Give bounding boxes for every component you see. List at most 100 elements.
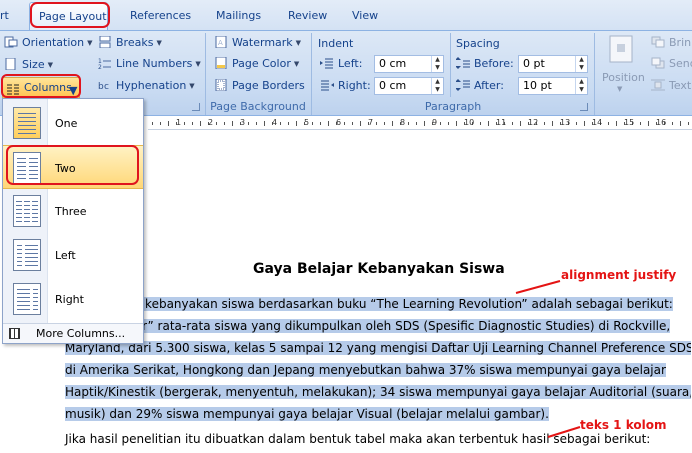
position-button[interactable]: Position ▼ [600,33,645,95]
menu-item-two[interactable]: Two [3,145,143,189]
chevron-down-icon: ▼ [293,60,300,68]
chevron-down-icon: ▼ [189,82,195,90]
ruler-tick [448,122,449,125]
position-label: Position [602,71,645,84]
more-columns-item[interactable]: More Columns... [3,323,143,343]
menu-item-one[interactable]: One [3,101,143,145]
justify-arrow-icon [515,280,561,294]
paragraph-line[interactable]: Maryland, dari 5.300 siswa, kelas 5 samp… [65,337,691,359]
watermark-icon: A [215,36,227,48]
text-wrapping-button[interactable]: Text [651,76,691,96]
spacing-after-input[interactable]: 10 pt ▲ ▼ [518,77,588,95]
ruler-tick [440,122,441,125]
ruler-tick [672,122,673,125]
ruler-tick [640,122,641,125]
position-icon [609,35,633,63]
spacing-before-input[interactable]: 0 pt ▲ ▼ [518,55,588,73]
ruler-tick [688,122,689,125]
page-setup-launcher-icon[interactable] [192,103,200,111]
document-title: Gaya Belajar Kebanyakan Siswa [253,261,505,277]
size-label: Size [22,58,45,71]
orientation-label: Orientation [22,36,85,49]
ruler-tick [488,121,489,126]
tab-mailings[interactable]: Mailings [216,9,261,22]
paragraph-line[interactable]: Gaya belajar kebanyakan siswa berdasarka… [65,293,691,315]
ruler-tick [512,122,513,125]
one-column-icon [13,107,41,139]
indent-right-icon [321,80,334,91]
tab-references[interactable]: References [130,9,191,22]
watermark-button[interactable]: A Watermark ▼ [214,33,301,53]
menu-item-left[interactable]: Left [3,233,143,277]
menu-item-left-label: Left [55,249,76,262]
spinner-arrows-icon[interactable]: ▲ ▼ [431,56,443,72]
spinner-arrows-icon[interactable]: ▲ ▼ [431,78,443,94]
paragraph-line[interactable]: Haptik/Kinestik (bergerak, menyentuh, me… [65,381,691,403]
spinner-arrows-icon[interactable]: ▲ ▼ [575,78,587,94]
page-borders-button[interactable]: Page Borders [214,76,305,96]
ribbon-tab-strip: rt Page Layout References Mailings Revie… [0,0,692,30]
ruler-number: 15 [624,118,635,127]
hyphenation-button[interactable]: b c Hyphenation ▼ [98,76,195,96]
line-numbers-icon: 12 [98,58,111,69]
line-numbers-button[interactable]: 1 2 Line Numbers ▼ [98,54,201,74]
indent-right-input[interactable]: 0 cm ▲ ▼ [374,77,444,95]
menu-item-three[interactable]: Three [3,189,143,233]
page-color-button[interactable]: Page Color ▼ [214,54,299,74]
breaks-button[interactable]: Breaks ▼ [98,33,162,53]
tab-partial[interactable]: rt [0,9,9,22]
justify-annotation: alignment justify [561,268,677,282]
spacing-after-label: After: [456,76,504,96]
send-backward-button[interactable]: Send [651,54,692,74]
horizontal-ruler[interactable]: 1 2 3 4 5 6 7 8 9 10 11 12 13 14 15 16 [148,118,692,130]
chevron-down-icon: ▼ [156,39,162,47]
ruler-tick [168,121,169,126]
one-column-annotation: teks 1 kolom [580,418,667,432]
watermark-label: Watermark [232,36,293,49]
two-columns-icon [13,152,41,184]
ruler-tick [296,121,297,126]
ruler-tick [152,122,153,125]
right-columns-icon [13,283,41,315]
size-button[interactable]: Size ▼ [4,55,53,75]
breaks-label: Breaks [116,36,154,49]
menu-item-three-label: Three [55,205,87,218]
paragraph-line[interactable]: di Amerika Serikat, Hongkong dan Jepang … [65,359,691,381]
svg-text:A: A [218,39,223,47]
ruler-tick [264,121,265,126]
ruler-tick [584,121,585,126]
orientation-button[interactable]: Orientation ▼ [4,33,93,53]
tab-review[interactable]: Review [288,9,327,22]
bring-forward-button[interactable]: Brin [651,33,691,53]
indent-left-input[interactable]: 0 cm ▲ ▼ [374,55,444,73]
breaks-icon [99,36,111,48]
chevron-down-icon: ▼ [617,85,623,93]
hyphenation-label: Hyphenation [116,79,187,92]
paragraph-line[interactable]: musik) dan 29% siswa mempunyai gaya bela… [65,403,550,425]
ruler-number: 2 [208,118,214,127]
bring-forward-icon [651,36,665,48]
ruler-tick [576,122,577,125]
ruler-tick [224,122,225,125]
paragraph-line[interactable]: “Gaya belajar” rata-rata siswa yang diku… [65,315,691,337]
indent-left-icon [320,58,333,69]
ruler-tick [160,122,161,125]
ruler-number: 11 [496,118,507,127]
spinner-arrows-icon[interactable]: ▲ ▼ [575,56,587,72]
svg-text:2: 2 [98,64,102,69]
ruler-tick [352,122,353,125]
columns-button[interactable]: Columns ▼ [2,77,80,99]
ruler-tick [192,122,193,125]
tab-view[interactable]: View [352,9,378,22]
ruler-number: 8 [400,118,406,127]
ruler-tick [544,122,545,125]
ruler-tick [216,122,217,125]
menu-item-right[interactable]: Right [3,277,143,321]
tab-page-layout[interactable]: Page Layout [29,2,108,30]
group-separator [594,33,595,115]
spacing-before-icon [456,57,470,69]
ruler-tick [256,122,257,125]
text-wrapping-icon [651,79,665,91]
paragraph-launcher-icon[interactable] [580,103,588,111]
left-columns-icon [13,239,41,271]
